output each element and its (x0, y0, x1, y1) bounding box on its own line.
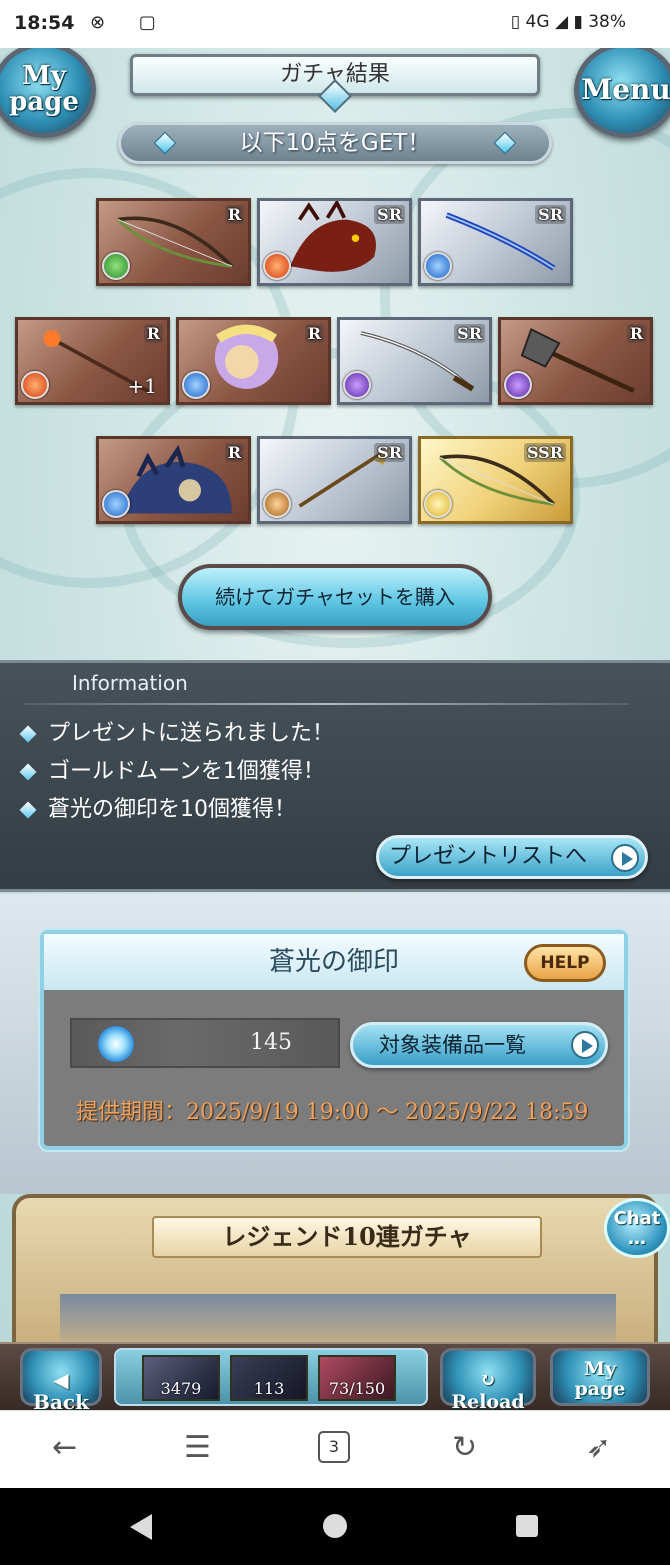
tabs-icon[interactable]: 3 (318, 1431, 350, 1463)
dark-element-icon (504, 371, 532, 399)
network-label: 4G (525, 12, 550, 32)
rarity-badge: SR (535, 205, 566, 224)
resource-slot[interactable]: 3479 (142, 1355, 220, 1401)
water-element-icon (182, 371, 210, 399)
result-item-card[interactable]: SR (337, 317, 492, 405)
diamond-icon (19, 725, 37, 743)
get-banner: 以下10点をGET！ (118, 122, 552, 164)
water-element-icon (102, 490, 130, 518)
rarity-badge: SR (374, 205, 405, 224)
back-button[interactable]: ◀ Back (20, 1348, 102, 1410)
result-item-card[interactable]: SR (257, 198, 412, 286)
menu-icon[interactable]: ☰ (184, 1431, 211, 1465)
result-item-card[interactable]: R (498, 317, 653, 405)
clock: 18:54 (14, 12, 75, 34)
rarity-badge: R (224, 443, 244, 462)
game-bottom-nav: ◀ Back 3479 113 73/150 ↻ Reload My page (0, 1342, 670, 1410)
divider (24, 703, 630, 705)
play-icon (611, 844, 639, 872)
refresh-icon[interactable]: ↻ (452, 1431, 477, 1465)
fire-element-icon (21, 371, 49, 399)
wind-element-icon (102, 252, 130, 280)
rocket-icon[interactable]: ➶ (586, 1431, 611, 1465)
continue-gacha-button[interactable]: 続けてガチャセットを購入 (178, 564, 492, 630)
rarity-badge: R (304, 324, 324, 343)
result-item-card[interactable]: R (176, 317, 331, 405)
status-bar: 18:54 ⊗ ▢ ▯ 4G ◢ ▮ 38% (0, 0, 670, 48)
android-nav-bar (0, 1488, 670, 1565)
info-line: ゴールドムーンを1個獲得！ (19, 753, 325, 785)
light-element-icon (424, 490, 452, 518)
android-recents-icon[interactable] (516, 1515, 538, 1537)
result-item-card[interactable]: R +1 (15, 317, 170, 405)
back-arrow-icon[interactable]: ← (52, 1431, 77, 1465)
fire-element-icon (263, 252, 291, 280)
legend-gacha-title: レジェンド10連ガチャ (152, 1216, 542, 1258)
vibrate-icon: ▯ (510, 12, 521, 32)
android-back-icon[interactable] (130, 1514, 152, 1540)
signal-icon: ◢ (554, 12, 569, 32)
offer-period: 提供期間：2025/9/19 19:00 〜 2025/9/22 18:59 (76, 1100, 589, 1125)
earth-element-icon (263, 490, 291, 518)
rarity-badge: R (224, 205, 244, 224)
result-item-card[interactable]: SR (257, 436, 412, 524)
result-item-card[interactable]: SR (418, 198, 573, 286)
resource-slot[interactable]: 113 (230, 1355, 308, 1401)
status-right: ▯ 4G ◢ ▮ 38% (511, 12, 626, 32)
rarity-badge: SR (454, 324, 485, 343)
target-equipment-button[interactable]: 対象装備品一覧 (350, 1022, 608, 1068)
notification-icons: ⊗ ▢ (90, 12, 170, 33)
help-button[interactable]: HELP (524, 944, 606, 982)
information-title: Information (72, 671, 188, 695)
rarity-badge: R (143, 324, 163, 343)
information-panel: Information プレゼントに送られました！ ゴールドムーンを1個獲得！ … (0, 660, 670, 892)
seal-count-box: 145 (70, 1018, 340, 1068)
info-line: 蒼光の御印を10個獲得！ (19, 791, 296, 823)
seal-header: 蒼光の御印 HELP (44, 934, 624, 990)
present-list-button[interactable]: プレゼントリストへ (376, 835, 648, 879)
result-item-card[interactable]: R (96, 436, 251, 524)
resource-panel[interactable]: 3479 113 73/150 (114, 1348, 428, 1406)
info-line: プレゼントに送られました！ (19, 715, 334, 747)
seal-count: 145 (250, 1030, 292, 1055)
rarity-badge: SSR (523, 443, 566, 462)
browser-toolbar: ← ☰ 3 ↻ ➶ (0, 1410, 670, 1488)
mypage-button[interactable]: My page (0, 48, 96, 138)
seal-panel: 蒼光の御印 HELP 145 対象装備品一覧 提供期間：2025/9/19 19… (40, 930, 628, 1150)
water-element-icon (424, 252, 452, 280)
android-home-icon[interactable] (323, 1514, 347, 1538)
dark-element-icon (343, 371, 371, 399)
diamond-icon (19, 801, 37, 819)
rarity-badge: R (626, 324, 646, 343)
game-screen: ガチャ結果 My page Menu 以下10点をGET！ R SR SR R +1 R S… (0, 48, 670, 1410)
plus-badge: +1 (127, 374, 157, 398)
result-item-card[interactable]: R (96, 198, 251, 286)
battery-percent: 38% (588, 12, 626, 32)
battery-icon: ▮ (573, 12, 583, 32)
seal-icon (98, 1026, 134, 1062)
rarity-badge: SR (374, 443, 405, 462)
reload-button[interactable]: ↻ Reload (440, 1348, 536, 1410)
diamond-icon (19, 763, 37, 781)
mypage-nav-button[interactable]: My page (550, 1348, 650, 1406)
chat-button[interactable]: Chat… (604, 1198, 670, 1258)
result-item-card[interactable]: SSR (418, 436, 573, 524)
play-icon (571, 1031, 599, 1059)
resource-slot[interactable]: 73/150 (318, 1355, 396, 1401)
